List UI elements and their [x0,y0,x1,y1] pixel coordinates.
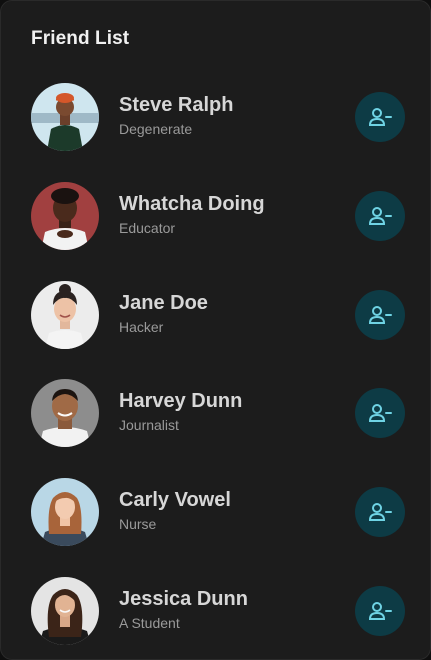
remove-friend-button[interactable] [355,487,405,538]
remove-friend-button[interactable] [355,92,405,142]
avatar [31,576,99,645]
card-title: Friend List [31,28,130,49]
friend-name: Jessica Dunn [119,587,248,610]
friend-role: Hacker [119,318,164,335]
avatar [31,379,99,448]
remove-user-icon [368,601,392,621]
avatar [31,83,99,151]
friend-name: Jane Doe [119,291,208,314]
remove-user-icon [368,107,392,127]
remove-user-icon [368,305,392,325]
friend-item: Steve Ralph Degenerate [1,83,430,182]
avatar [31,181,99,250]
remove-friend-button[interactable] [355,388,405,439]
friend-item: Whatcha Doing Educator [1,181,430,281]
friend-role: Degenerate [119,121,193,137]
remove-friend-button[interactable] [355,585,405,636]
friend-name: Steve Ralph [119,94,234,116]
avatar [31,280,99,349]
friend-item: Harvey Dunn Journalist [1,379,430,478]
remove-user-icon [368,206,392,226]
friend-role: Journalist [119,417,179,434]
friend-item: Carly Vowel Nurse [1,478,430,577]
friend-name: Carly Vowel [119,489,231,512]
friend-name: Whatcha Doing [119,192,265,215]
friend-item: Jane Doe Hacker [1,280,430,380]
remove-user-icon [368,502,392,522]
friend-role: Educator [119,219,176,236]
remove-friend-button[interactable] [355,289,405,340]
friend-list: Steve Ralph Degenerate Whatcha Doing Edu… [1,83,430,659]
avatar [31,478,99,547]
friend-role: Nurse [119,516,157,533]
remove-friend-button[interactable] [355,190,405,241]
friend-item: Jessica Dunn A Student [1,576,430,659]
remove-user-icon [368,403,392,423]
friend-list-card: Friend List Steve Ralph Degenerate Whatc… [0,0,431,660]
friend-role: A Student [119,614,180,631]
friend-name: Harvey Dunn [119,390,243,413]
